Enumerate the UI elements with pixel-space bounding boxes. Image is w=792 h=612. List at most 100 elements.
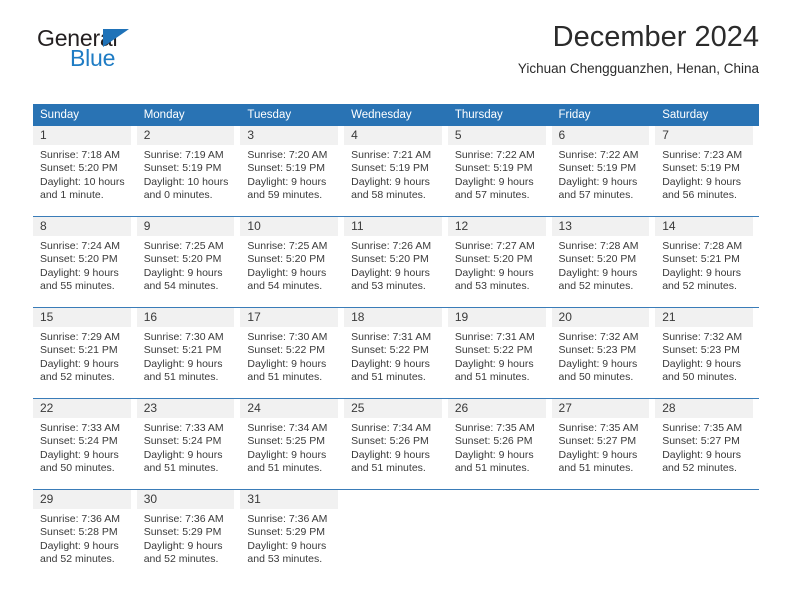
week-separator-line: [33, 391, 759, 399]
day-cell[interactable]: 29 Sunrise: 7:36 AM Sunset: 5:28 PM Dayligh…: [33, 490, 137, 574]
sunset-text: Sunset: 5:19 PM: [662, 162, 740, 175]
sunrise-text: Sunrise: 7:22 AM: [558, 149, 639, 161]
day-number: [344, 490, 442, 509]
day-number: 21: [655, 308, 753, 327]
day-cell-empty: [344, 490, 448, 574]
day-number: 15: [33, 308, 131, 327]
daylight-text-line1: Daylight: 9 hours: [662, 175, 742, 188]
day-cell[interactable]: 7 Sunrise: 7:23 AM Sunset: 5:19 PM Daylight…: [655, 126, 759, 209]
sunrise-text: Sunrise: 7:31 AM: [454, 331, 535, 343]
day-number: 5: [447, 126, 546, 145]
week-separator-line: [33, 482, 759, 490]
weekday-header-sunday: Sunday: [33, 104, 137, 126]
daylight-text-line2: and 52 minutes.: [558, 279, 634, 292]
sunrise-text: Sunrise: 7:28 AM: [558, 240, 639, 252]
day-cell[interactable]: 9 Sunrise: 7:25 AM Sunset: 5:20 PM Daylight…: [136, 217, 241, 301]
daylight-text-line1: Daylight: 9 hours: [40, 448, 119, 461]
day-cell[interactable]: 11 Sunrise: 7:26 AM Sunset: 5:20 PM Dayligh…: [344, 217, 448, 301]
day-cell[interactable]: 6 Sunrise: 7:22 AM Sunset: 5:19 PM Daylight…: [551, 126, 656, 209]
day-number: 22: [33, 399, 131, 418]
sunset-text: Sunset: 5:21 PM: [662, 253, 740, 266]
logo-text-blue: Blue: [70, 45, 116, 71]
day-number: 30: [136, 490, 235, 509]
daylight-text-line2: and 50 minutes.: [40, 461, 115, 474]
calendar-week-row: 8 Sunrise: 7:24 AM Sunset: 5:20 PM Daylight…: [33, 217, 759, 301]
week-separator: [33, 209, 759, 217]
day-cell[interactable]: 10 Sunrise: 7:25 AM Sunset: 5:20 PM Dayligh…: [240, 217, 344, 301]
daylight-text-line2: and 50 minutes.: [662, 370, 737, 383]
day-cell[interactable]: 16 Sunrise: 7:30 AM Sunset: 5:21 PM Dayligh…: [136, 308, 241, 392]
day-cell[interactable]: 25 Sunrise: 7:34 AM Sunset: 5:26 PM Dayligh…: [344, 399, 448, 483]
sunrise-text: Sunrise: 7:32 AM: [662, 331, 743, 343]
day-cell[interactable]: 21 Sunrise: 7:32 AM Sunset: 5:23 PM Dayligh…: [655, 308, 759, 392]
day-cell[interactable]: 15 Sunrise: 7:29 AM Sunset: 5:21 PM Dayligh…: [33, 308, 137, 392]
daylight-text-line1: Daylight: 9 hours: [351, 357, 430, 370]
day-cell[interactable]: 18 Sunrise: 7:31 AM Sunset: 5:22 PM Dayligh…: [344, 308, 448, 392]
day-cell[interactable]: 31 Sunrise: 7:36 AM Sunset: 5:29 PM Dayligh…: [240, 490, 344, 574]
day-cell[interactable]: 2 Sunrise: 7:19 AM Sunset: 5:19 PM Daylight…: [136, 126, 241, 209]
day-cell[interactable]: 17 Sunrise: 7:30 AM Sunset: 5:22 PM Dayligh…: [240, 308, 344, 392]
sunset-text: Sunset: 5:26 PM: [351, 435, 429, 448]
weekday-header-saturday: Saturday: [655, 104, 759, 126]
day-cell[interactable]: 14 Sunrise: 7:28 AM Sunset: 5:21 PM Dayligh…: [655, 217, 759, 301]
sunrise-text: Sunrise: 7:28 AM: [662, 240, 743, 252]
daylight-text-line2: and 58 minutes.: [351, 188, 426, 201]
day-cell[interactable]: 8 Sunrise: 7:24 AM Sunset: 5:20 PM Daylight…: [33, 217, 137, 301]
day-cell[interactable]: 26 Sunrise: 7:35 AM Sunset: 5:26 PM Dayligh…: [447, 399, 552, 483]
weekday-header-tuesday: Tuesday: [240, 104, 345, 126]
daylight-text-line1: Daylight: 9 hours: [558, 357, 638, 370]
day-number: 2: [136, 126, 235, 145]
day-cell[interactable]: 30 Sunrise: 7:36 AM Sunset: 5:29 PM Dayligh…: [136, 490, 241, 574]
daylight-text-line2: and 51 minutes.: [143, 370, 219, 383]
day-cell[interactable]: 13 Sunrise: 7:28 AM Sunset: 5:20 PM Dayligh…: [551, 217, 656, 301]
sunset-text: Sunset: 5:20 PM: [351, 253, 429, 266]
daylight-text-line2: and 53 minutes.: [454, 279, 530, 292]
day-number: 18: [344, 308, 442, 327]
day-number: 31: [240, 490, 339, 509]
page-subtitle: Yichuan Chengguanzhen, Henan, China: [517, 61, 759, 77]
sunset-text: Sunset: 5:25 PM: [247, 435, 326, 448]
day-cell[interactable]: 3 Sunrise: 7:20 AM Sunset: 5:19 PM Daylight…: [240, 126, 344, 209]
daylight-text-line1: Daylight: 9 hours: [558, 266, 638, 279]
day-cell-empty: [551, 490, 656, 574]
daylight-text-line1: Daylight: 9 hours: [247, 357, 327, 370]
day-cell[interactable]: 28 Sunrise: 7:35 AM Sunset: 5:27 PM Dayligh…: [655, 399, 759, 483]
sunset-text: Sunset: 5:19 PM: [143, 162, 222, 175]
sunset-text: Sunset: 5:20 PM: [143, 253, 222, 266]
day-number: 14: [655, 217, 753, 236]
calendar-head: Sunday Monday Tuesday Wednesday Thursday…: [33, 104, 759, 126]
day-number: 24: [240, 399, 339, 418]
sunset-text: Sunset: 5:20 PM: [40, 162, 118, 175]
day-cell[interactable]: 12 Sunrise: 7:27 AM Sunset: 5:20 PM Dayligh…: [447, 217, 552, 301]
day-cell[interactable]: 22 Sunrise: 7:33 AM Sunset: 5:24 PM Dayligh…: [33, 399, 137, 483]
general-blue-logo[interactable]: General Blue: [37, 27, 167, 73]
sunset-text: Sunset: 5:23 PM: [558, 344, 637, 357]
day-number: [551, 490, 650, 509]
daylight-text-line1: Daylight: 9 hours: [40, 266, 119, 279]
calendar-week-row: 22 Sunrise: 7:33 AM Sunset: 5:24 PM Dayligh…: [33, 399, 759, 483]
day-cell[interactable]: 19 Sunrise: 7:31 AM Sunset: 5:22 PM Dayligh…: [447, 308, 552, 392]
sunrise-text: Sunrise: 7:29 AM: [40, 331, 120, 343]
daylight-text-line2: and 52 minutes.: [662, 279, 737, 292]
day-cell[interactable]: 27 Sunrise: 7:35 AM Sunset: 5:27 PM Dayligh…: [551, 399, 656, 483]
sunrise-text: Sunrise: 7:35 AM: [662, 422, 743, 434]
day-cell[interactable]: 5 Sunrise: 7:22 AM Sunset: 5:19 PM Daylight…: [447, 126, 552, 209]
sunset-text: Sunset: 5:27 PM: [662, 435, 740, 448]
daylight-text-line1: Daylight: 9 hours: [454, 448, 534, 461]
day-number: 4: [344, 126, 442, 145]
daylight-text-line1: Daylight: 9 hours: [247, 448, 327, 461]
sunset-text: Sunset: 5:27 PM: [558, 435, 637, 448]
daylight-text-line1: Daylight: 9 hours: [454, 266, 534, 279]
day-cell[interactable]: 20 Sunrise: 7:32 AM Sunset: 5:23 PM Dayligh…: [551, 308, 656, 392]
day-cell[interactable]: 1 Sunrise: 7:18 AM Sunset: 5:20 PM Daylight…: [33, 126, 137, 209]
sunrise-text: Sunrise: 7:34 AM: [247, 422, 328, 434]
sunrise-text: Sunrise: 7:36 AM: [143, 513, 224, 525]
calendar-week-row: 1 Sunrise: 7:18 AM Sunset: 5:20 PM Daylight…: [33, 126, 759, 209]
day-number: 23: [136, 399, 235, 418]
day-cell[interactable]: 24 Sunrise: 7:34 AM Sunset: 5:25 PM Dayligh…: [240, 399, 344, 483]
calendar-table: Sunday Monday Tuesday Wednesday Thursday…: [33, 104, 759, 573]
day-cell[interactable]: 23 Sunrise: 7:33 AM Sunset: 5:24 PM Dayligh…: [136, 399, 241, 483]
day-cell-empty: [447, 490, 552, 574]
day-cell[interactable]: 4 Sunrise: 7:21 AM Sunset: 5:19 PM Daylight…: [344, 126, 448, 209]
daylight-text-line1: Daylight: 9 hours: [143, 357, 223, 370]
